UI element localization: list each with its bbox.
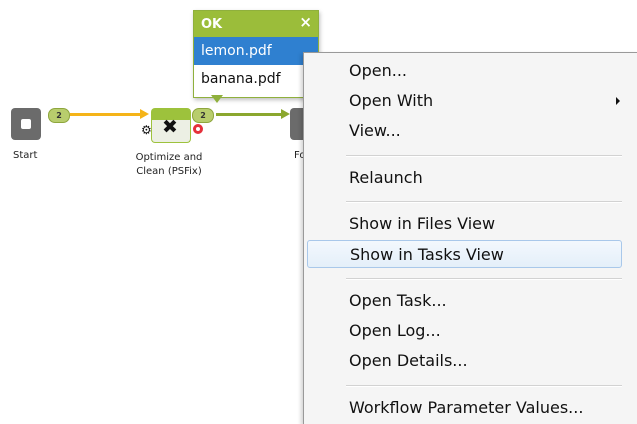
- submenu-arrow-icon: [616, 97, 620, 105]
- popup-title: OK: [201, 17, 223, 32]
- popup-header: OK ×: [194, 11, 318, 37]
- popup-pointer: [211, 95, 223, 103]
- menu-item-open-task[interactable]: Open Task...: [307, 287, 622, 315]
- menu-item-open-log[interactable]: Open Log...: [307, 317, 622, 345]
- menu-item-relaunch[interactable]: Relaunch: [307, 164, 622, 192]
- start-node[interactable]: [11, 108, 41, 140]
- next-node[interactable]: [290, 108, 304, 140]
- optimize-node-label: Optimize and Clean (PSFix): [124, 151, 214, 179]
- menu-item-open[interactable]: Open...: [307, 57, 622, 85]
- file-list-popup: OK × lemon.pdf banana.pdf: [193, 10, 319, 98]
- menu-separator: [346, 278, 622, 280]
- menu-item-show-in-files-view[interactable]: Show in Files View: [307, 210, 622, 238]
- file-item-lemon[interactable]: lemon.pdf: [194, 37, 318, 65]
- file-count-badge[interactable]: 2: [192, 108, 214, 123]
- menu-separator: [346, 155, 622, 157]
- menu-item-open-with-label: Open With: [349, 91, 434, 110]
- connector-optimize-to-next[interactable]: [216, 113, 284, 116]
- context-menu: Open... Open With View... Relaunch Show …: [303, 52, 637, 424]
- file-count-badge[interactable]: 2: [48, 108, 70, 123]
- close-icon[interactable]: ×: [299, 15, 312, 30]
- optimize-label-line1: Optimize and: [135, 152, 203, 163]
- stop-square-icon: [21, 119, 31, 129]
- menu-item-view[interactable]: View...: [307, 117, 622, 145]
- optimize-label-line2: Clean (PSFix): [136, 166, 202, 177]
- menu-item-workflow-parameter-values[interactable]: Workflow Parameter Values...: [307, 394, 622, 422]
- menu-item-show-in-tasks-view[interactable]: Show in Tasks View: [307, 240, 622, 268]
- connector-start-to-optimize[interactable]: [70, 113, 142, 116]
- error-dot-icon: [193, 124, 203, 134]
- optimize-clean-node[interactable]: ✖ ⚙: [141, 108, 191, 144]
- file-item-banana[interactable]: banana.pdf: [194, 65, 318, 93]
- menu-separator: [346, 385, 622, 387]
- menu-item-open-with[interactable]: Open With: [307, 87, 622, 115]
- start-node-label: Start: [13, 150, 38, 161]
- menu-separator: [346, 201, 622, 203]
- connector-arrow-icon: [281, 109, 290, 119]
- gear-icon: ⚙: [141, 123, 152, 137]
- tools-icon: ✖: [162, 116, 178, 138]
- menu-item-open-details[interactable]: Open Details...: [307, 347, 622, 375]
- connector-arrow-icon: [140, 109, 149, 119]
